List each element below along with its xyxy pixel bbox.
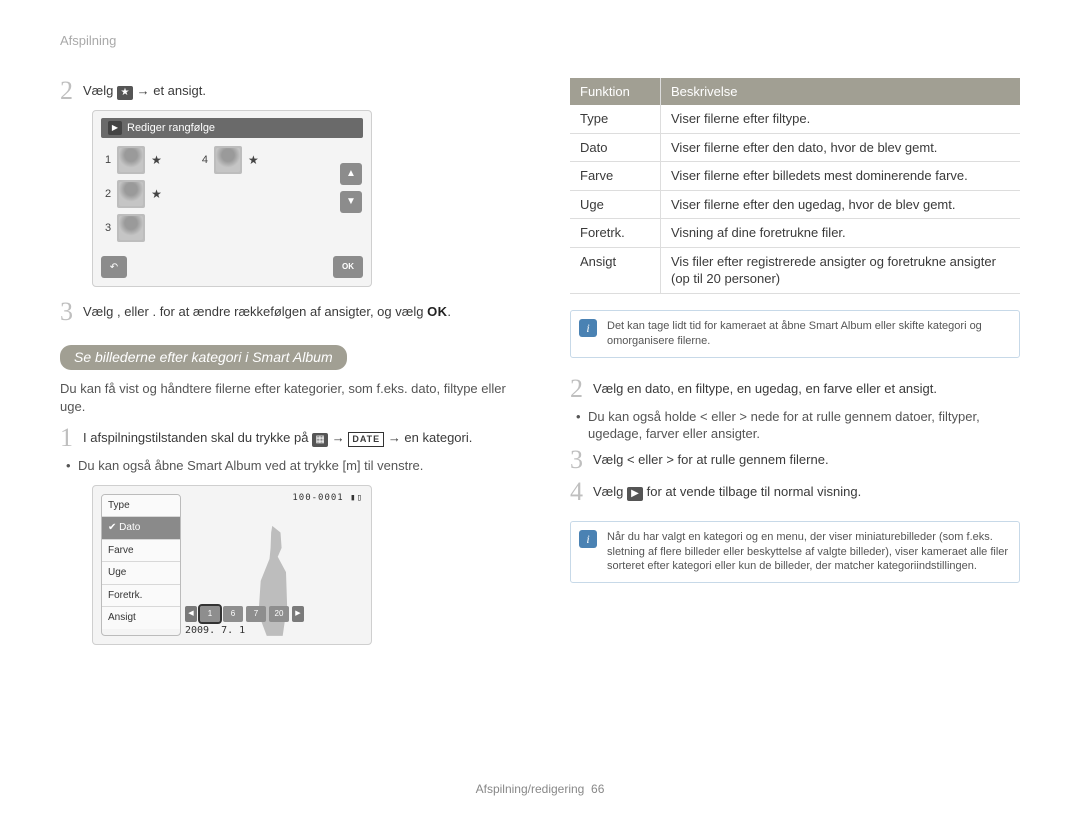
step-3r: 3 Vælg < eller > for at rulle gennem fil… — [570, 447, 1020, 473]
fn: Uge — [570, 190, 661, 219]
face-thumb — [117, 146, 145, 174]
info-box: i Det kan tage lidt tid for kameraet at … — [570, 310, 1020, 358]
fn: Dato — [570, 133, 661, 162]
rank-num: 3 — [105, 221, 111, 236]
step-4r: 4 Vælg ▶ for at vende tilbage til normal… — [570, 479, 1020, 505]
cat-uge[interactable]: Uge — [102, 562, 180, 585]
step-number: 4 — [570, 479, 583, 505]
step-text: Vælg en dato, en filtype, en ugedag, en … — [593, 376, 1020, 398]
cat-farve[interactable]: Farve — [102, 540, 180, 563]
onscreen-category: Type ✔ Dato Farve Uge Foretrk. Ansigt 10… — [92, 485, 372, 645]
info-text: Når du har valgt en kategori og en menu,… — [607, 531, 1008, 573]
step-text: → — [332, 430, 345, 445]
play-icon: ▶ — [627, 487, 643, 501]
cat-ansigt[interactable]: Ansigt — [102, 607, 180, 629]
step-3: 3 Vælg , eller . for at ændre rækkefølge… — [60, 299, 510, 325]
star-icon: ★ — [151, 152, 162, 168]
step-1: 1 I afspilningstilstanden skal du trykke… — [60, 425, 510, 451]
step-2: 2 Vælg ★ → et ansigt. — [60, 78, 510, 104]
subheading-pill: Se billederne efter kategori i Smart Alb… — [60, 345, 347, 370]
fn-desc: Visning af dine foretrukne filer. — [661, 219, 1021, 248]
fn: Type — [570, 105, 661, 133]
file-counter: 100-0001 ▮▯ — [292, 492, 363, 504]
bullet-text: Du kan også holde < eller > nede for at … — [588, 408, 1020, 443]
step-text: for at ændre rækkefølgen af ansigter, og… — [160, 304, 424, 319]
step-text: for at vende tilbage til normal visning. — [647, 484, 862, 499]
step-text: . — [152, 304, 156, 319]
step-text: → et ansigt. — [137, 83, 206, 98]
fn: Foretrk. — [570, 219, 661, 248]
step-2r: 2 Vælg en dato, en filtype, en ugedag, e… — [570, 376, 1020, 402]
cat-dato[interactable]: ✔ Dato — [102, 517, 180, 540]
fn-desc: Viser filerne efter filtype. — [661, 105, 1021, 133]
left-column: 2 Vælg ★ → et ansigt. ▶ Rediger rangfølg… — [60, 78, 510, 649]
rank-num: 1 — [105, 153, 111, 168]
step-number: 2 — [60, 78, 73, 104]
fn: Farve — [570, 162, 661, 191]
info-box: i Når du har valgt en kategori og en men… — [570, 521, 1020, 584]
fn-desc: Viser filerne efter billedets mest domin… — [661, 162, 1021, 191]
rank-num: 4 — [202, 153, 208, 168]
date-label: 2009. 7. 1 — [185, 624, 245, 638]
face-thumb — [117, 214, 145, 242]
step-number: 3 — [60, 299, 73, 325]
ok-button[interactable]: OK — [333, 256, 363, 278]
bullet-text: Du kan også åbne Smart Album ved at tryk… — [78, 457, 510, 475]
info-icon: i — [579, 319, 597, 337]
folder-icon: ▦ — [312, 433, 328, 447]
date-icon: DATE — [348, 432, 384, 446]
thumb[interactable]: 7 — [246, 606, 266, 622]
fn: Ansigt — [570, 247, 661, 293]
thumbnail-strip: ◀ 1 6 7 20 ▶ — [185, 606, 361, 622]
step-text: Vælg < eller > for at rulle gennem filer… — [593, 447, 1020, 469]
function-table: FunktionBeskrivelse TypeViser filerne ef… — [570, 78, 1020, 294]
info-icon: i — [579, 530, 597, 548]
back-button[interactable]: ↶ — [101, 256, 127, 278]
play-icon: ▶ — [108, 121, 122, 135]
ok-icon: OK — [427, 304, 447, 319]
thumb[interactable]: 1 — [200, 606, 220, 622]
step-text: Vælg — [593, 484, 623, 499]
rank-num: 2 — [105, 187, 111, 202]
prev-thumb[interactable]: ◀ — [185, 606, 197, 622]
cat-foretrk[interactable]: Foretrk. — [102, 585, 180, 608]
cat-type[interactable]: Type — [102, 495, 180, 518]
thumb[interactable]: 20 — [269, 606, 289, 622]
thumb[interactable]: 6 — [223, 606, 243, 622]
face-thumb — [117, 180, 145, 208]
sim-title-bar: ▶ Rediger rangfølge — [101, 118, 363, 139]
face-thumb — [214, 146, 242, 174]
fn-desc: Viser filerne efter den ugedag, hvor de … — [661, 190, 1021, 219]
next-thumb[interactable]: ▶ — [292, 606, 304, 622]
page-footer: Afspilning/redigering 66 — [0, 781, 1080, 797]
step-text: → en kategori. — [388, 430, 473, 445]
step-number: 2 — [570, 376, 583, 402]
th-function: Funktion — [570, 78, 661, 106]
intro-text: Du kan få vist og håndtere filerne efter… — [60, 380, 510, 415]
star-icon: ★ — [117, 86, 133, 100]
star-icon: ★ — [248, 152, 259, 168]
section-header: Afspilning — [60, 32, 1020, 50]
step-number: 3 — [570, 447, 583, 473]
up-button[interactable]: ▲ — [340, 163, 362, 185]
step-number: 1 — [60, 425, 73, 451]
th-description: Beskrivelse — [661, 78, 1021, 106]
fn-desc: Viser filerne efter den dato, hvor de bl… — [661, 133, 1021, 162]
down-button[interactable]: ▼ — [340, 191, 362, 213]
onscreen-face-rank: ▶ Rediger rangfølge 1 ★ 2 ★ 3 4 ★ ▲ ▼ ↶ OK — [92, 110, 372, 288]
step-text: Vælg — [83, 83, 113, 98]
step-text: Vælg — [83, 304, 113, 319]
category-list: Type ✔ Dato Farve Uge Foretrk. Ansigt — [101, 494, 181, 636]
right-column: FunktionBeskrivelse TypeViser filerne ef… — [570, 78, 1020, 649]
sim-title: Rediger rangfølge — [127, 121, 215, 136]
step-text: , — [117, 304, 121, 319]
step-text: eller — [124, 304, 149, 319]
info-text: Det kan tage lidt tid for kameraet at åb… — [607, 320, 982, 347]
star-icon: ★ — [151, 186, 162, 202]
fn-desc: Vis filer efter registrerede ansigter og… — [661, 247, 1021, 293]
step-text: I afspilningstilstanden skal du trykke p… — [83, 430, 308, 445]
